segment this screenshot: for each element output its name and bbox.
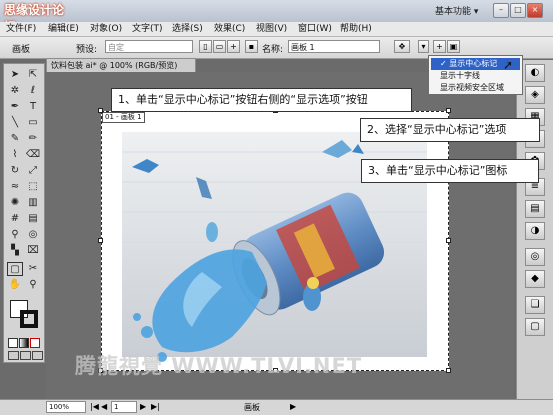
artboard-number-field[interactable]: 1 [111,401,137,413]
watermark: 腾龍視覺 WWW.TLVI.NET [75,354,363,378]
graphic-styles-icon[interactable]: ◆ [525,270,545,288]
color-guide-icon[interactable]: ◈ [525,86,545,104]
cross-hair-icon[interactable]: + [433,40,446,53]
next-artboard-icon[interactable]: ▶ [140,402,146,411]
new-artboard-icon[interactable]: + [227,40,240,53]
gradient-panel-icon[interactable]: ▤ [525,200,545,218]
artboard-handle[interactable] [446,238,451,243]
portrait-icon[interactable]: ▯ [199,40,212,53]
scissors-tool-icon[interactable]: ✂ [25,262,41,276]
zoom-tool-icon[interactable]: ⚲ [25,278,41,292]
status-bar: 100% |◀ ◀ 1 ▶ ▶| 画板 ▶ [0,399,553,415]
landscape-icon[interactable]: ▭ [213,40,226,53]
callout-step-3: 3、单击“显示中心标记”图标 [361,159,539,183]
menu-type[interactable]: 文字(T) [132,22,163,36]
previous-artboard-icon[interactable]: ◀ [101,402,107,411]
preset-select[interactable]: 自定 [105,40,193,53]
eyedropper-tool-icon[interactable]: ⚲ [7,228,23,242]
artboards-panel-icon[interactable]: ▢ [525,318,545,336]
menu-file[interactable]: 文件(F) [6,22,36,36]
status-text: 画板 [244,403,260,412]
color-mode-icon[interactable] [8,338,18,348]
artboard[interactable] [101,111,449,371]
drink-package-artwork [122,132,427,362]
line-tool-icon[interactable]: ╲ [7,116,23,130]
slice-tool-icon[interactable]: ⌧ [25,244,41,258]
workspace-switcher[interactable]: 基本功能 ▾ [435,4,478,17]
rectangle-tool-icon[interactable]: ▭ [25,116,41,130]
mouse-cursor-icon: ➚ [503,58,514,72]
scale-tool-icon[interactable]: ⤢ [25,164,41,178]
lasso-tool-icon[interactable]: ℓ [25,84,41,98]
artboard-handle[interactable] [446,368,451,373]
selection-tool-icon[interactable]: ➤ [7,68,23,82]
menu-help[interactable]: 帮助(H) [340,22,372,36]
name-label: 名称: [262,45,284,55]
free-transform-tool-icon[interactable]: ⬚ [25,180,41,194]
artboard-name-field[interactable]: 画板 1 [288,40,380,53]
title-bar: 思缘设计论坛 基本功能 ▾ – □ × [0,0,553,34]
menu-item-show-video-safe-areas[interactable]: 显示视频安全区域 [431,82,520,94]
zoom-select[interactable]: 100% [46,401,86,413]
close-button[interactable]: × [527,3,543,18]
tools-panel: ➤ ⇱ ✲ ℓ ✒ T ╲ ▭ ✎ ✏ ⌇ ⌫ ↻ ⤢ ≈ ⬚ ✺ ▥ # ▤ … [3,63,45,363]
eraser-tool-icon[interactable]: ⌫ [25,148,41,162]
status-menu-icon[interactable]: ▶ [290,402,296,411]
last-artboard-icon[interactable]: ▶| [151,402,160,411]
mesh-tool-icon[interactable]: # [7,212,23,226]
draw-inside-icon[interactable] [32,351,43,360]
callout-step-1: 1、单击“显示中心标记”按钮右侧的“显示选项”按钮 [111,88,412,112]
artboard-label: 01 - 画板 1 [102,112,145,123]
artboard-handle[interactable] [98,108,103,113]
gradient-mode-icon[interactable] [19,338,29,348]
app-logo: 思缘设计论坛 [4,3,65,34]
none-mode-icon[interactable] [30,338,40,348]
show-center-mark-icon[interactable]: ✥ [394,40,410,53]
warp-tool-icon[interactable]: ≈ [7,180,23,194]
hand-tool-icon[interactable]: ✋ [7,278,23,292]
restore-button[interactable]: □ [510,3,526,18]
menu-select[interactable]: 选择(S) [172,22,203,36]
artboard-handle[interactable] [98,238,103,243]
symbol-sprayer-tool-icon[interactable]: ✺ [7,196,23,210]
video-safe-icon[interactable]: ▣ [447,40,460,53]
draw-normal-icon[interactable] [8,351,19,360]
menu-effect[interactable]: 效果(C) [214,22,245,36]
menu-object[interactable]: 对象(O) [90,22,122,36]
right-panel-dock: ◐ ◈ ▦ ✎ ✿ ≡ ▤ ◑ ◎ ◆ ❏ ▢ [516,60,553,400]
first-artboard-icon[interactable]: |◀ [90,402,99,411]
tool-name-label: 画板 [12,45,31,55]
menu-view[interactable]: 视图(V) [256,22,287,36]
menu-edit[interactable]: 编辑(E) [48,22,79,36]
display-options-button[interactable]: ▾ [418,40,429,53]
blend-tool-icon[interactable]: ◎ [25,228,41,242]
callout-step-2: 2、选择“显示中心标记”选项 [360,118,540,142]
document-tab[interactable]: 饮料包装 ai* @ 100% (RGB/预览) [46,58,196,72]
artboard-handle[interactable] [446,108,451,113]
transparency-panel-icon[interactable]: ◑ [525,222,545,240]
graph-tool-icon[interactable]: ▥ [25,196,41,210]
magic-wand-tool-icon[interactable]: ✲ [7,84,23,98]
delete-artboard-icon[interactable]: ▪ [245,40,258,53]
blob-brush-tool-icon[interactable]: ⌇ [7,148,23,162]
direct-selection-tool-icon[interactable]: ⇱ [25,68,41,82]
layers-panel-icon[interactable]: ❏ [525,296,545,314]
gradient-tool-icon[interactable]: ▤ [25,212,41,226]
live-paint-tool-icon[interactable]: ▚ [7,244,23,258]
draw-behind-icon[interactable] [20,351,31,360]
pen-tool-icon[interactable]: ✒ [7,100,23,114]
preset-label: 预设: [76,45,98,55]
menu-bar: 文件(F) 编辑(E) 对象(O) 文字(T) 选择(S) 效果(C) 视图(V… [0,22,553,37]
menu-window[interactable]: 窗口(W) [298,22,332,36]
artboard-tool-icon[interactable]: ▢ [7,262,23,276]
rotate-tool-icon[interactable]: ↻ [7,164,23,178]
minimize-button[interactable]: – [493,3,509,18]
appearance-panel-icon[interactable]: ◎ [525,248,545,266]
paintbrush-tool-icon[interactable]: ✎ [7,132,23,146]
color-panel-icon[interactable]: ◐ [525,64,545,82]
type-tool-icon[interactable]: T [25,100,41,114]
stroke-swatch[interactable] [20,310,38,328]
pencil-tool-icon[interactable]: ✏ [25,132,41,146]
